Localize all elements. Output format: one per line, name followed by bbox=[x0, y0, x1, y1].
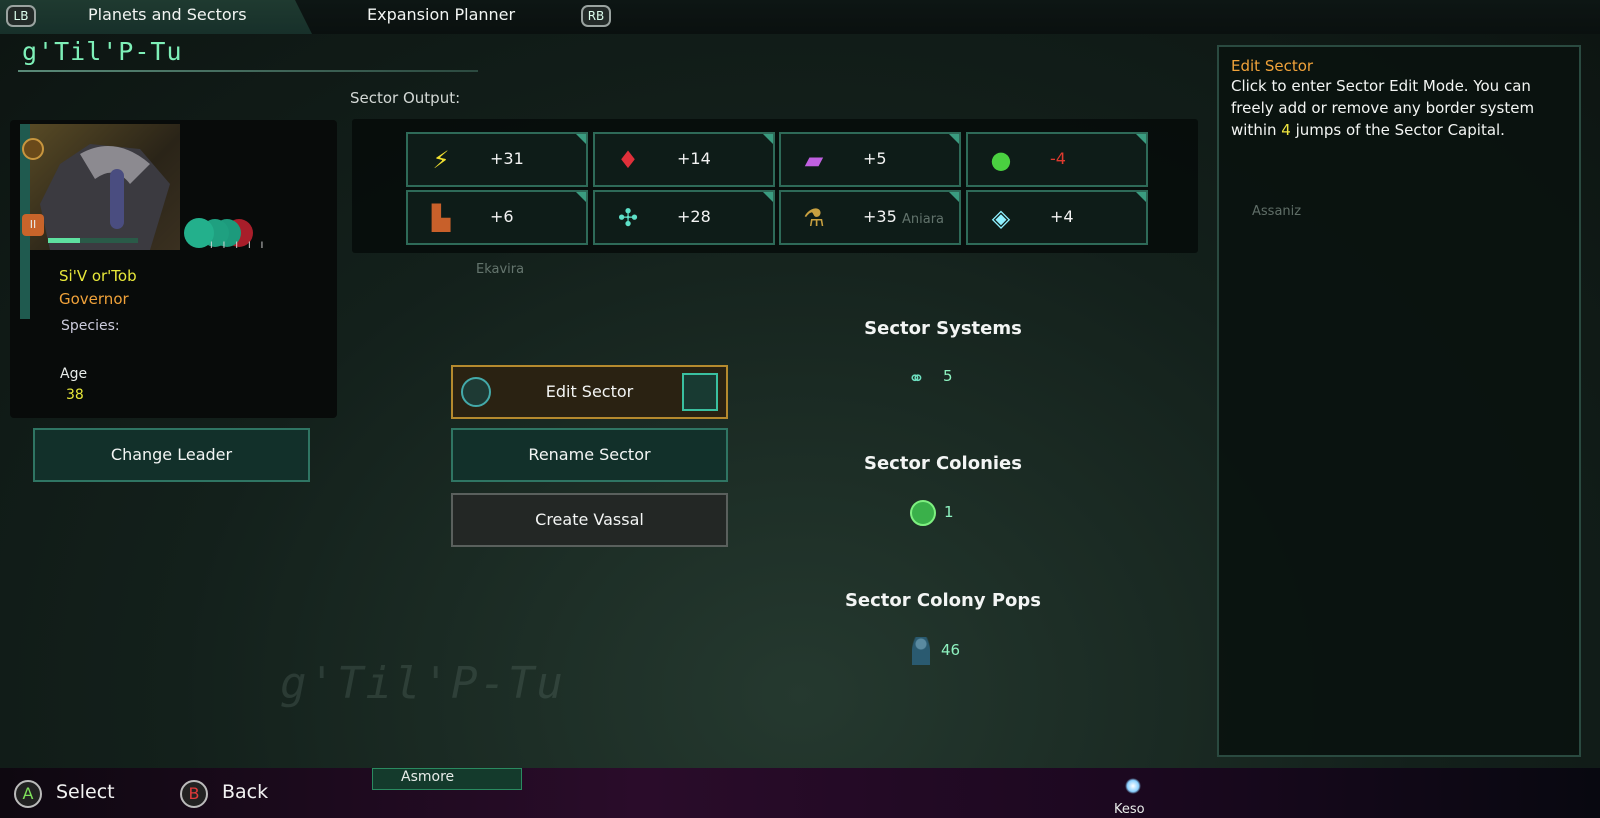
output-cell-food[interactable]: ● -4 bbox=[966, 132, 1148, 187]
amenities-icon: ◈ bbox=[991, 204, 1011, 232]
alien-portrait-icon bbox=[40, 144, 170, 250]
age-label: Age bbox=[60, 366, 88, 382]
age-value: 38 bbox=[66, 387, 84, 403]
species-label: Species: bbox=[61, 318, 120, 334]
map-label: Aniara bbox=[902, 212, 945, 227]
output-value: -4 bbox=[1050, 149, 1066, 168]
sector-title[interactable]: g'Til'P-Tu bbox=[22, 37, 183, 66]
map-label: Asmore bbox=[401, 769, 455, 785]
leader-portrait[interactable] bbox=[20, 124, 180, 250]
create-vassal-button[interactable]: Create Vassal bbox=[451, 493, 728, 547]
lb-button[interactable]: LB bbox=[6, 5, 36, 27]
tooltip-panel: Edit Sector Click to enter Sector Edit M… bbox=[1217, 45, 1581, 757]
energy-icon: ⚡ bbox=[432, 146, 450, 174]
sector-colonies-label: Sector Colonies bbox=[864, 453, 1022, 474]
map-label: Ekavira bbox=[476, 262, 525, 277]
leader-name: Si'V or'Tob bbox=[59, 267, 137, 285]
trait-levels: IIIII bbox=[210, 241, 274, 251]
output-value: +28 bbox=[677, 207, 711, 226]
leader-class-icon bbox=[22, 138, 44, 160]
leader-role: Governor bbox=[59, 290, 129, 308]
colony-planet-icon bbox=[910, 500, 936, 526]
sector-systems-value: 5 bbox=[943, 367, 953, 385]
output-cell-alloys[interactable]: ▰ +5 bbox=[779, 132, 961, 187]
sector-pops-value: 46 bbox=[941, 641, 961, 659]
output-value: +5 bbox=[863, 149, 887, 168]
output-cell-unity[interactable]: ✣ +28 bbox=[593, 190, 775, 245]
output-cell-energy[interactable]: ⚡ +31 bbox=[406, 132, 588, 187]
rb-button[interactable]: RB bbox=[581, 5, 611, 27]
sector-pops-label: Sector Colony Pops bbox=[844, 590, 1042, 611]
pop-icon bbox=[912, 637, 930, 665]
alloys-icon: ▰ bbox=[804, 146, 824, 174]
unity-icon: ✣ bbox=[617, 204, 639, 232]
tooltip-body: Click to enter Sector Edit Mode. You can… bbox=[1231, 77, 1535, 139]
sector-name-watermark: g'Til'P-Tu bbox=[280, 658, 565, 709]
sector-systems-label: Sector Systems bbox=[864, 318, 1022, 339]
output-cell-consumer-goods[interactable]: ▙ +6 bbox=[406, 190, 588, 245]
divider bbox=[18, 70, 478, 72]
sector-output-label: Sector Output: bbox=[350, 89, 461, 107]
map-label: Assaniz bbox=[1252, 204, 1302, 219]
tab-expansion-planner[interactable]: Expansion Planner bbox=[367, 5, 515, 24]
output-value: +6 bbox=[490, 207, 514, 226]
rename-sector-button[interactable]: Rename Sector bbox=[451, 428, 728, 482]
tooltip-title: Edit Sector bbox=[1231, 57, 1314, 75]
edit-sector-label: Edit Sector bbox=[545, 382, 634, 401]
output-value: +35 bbox=[863, 207, 897, 226]
change-leader-button[interactable]: Change Leader bbox=[33, 428, 310, 482]
leader-traits[interactable] bbox=[183, 216, 273, 260]
output-cell-amenities[interactable]: ◈ +4 bbox=[966, 190, 1148, 245]
food-icon: ● bbox=[990, 146, 1012, 174]
output-value: +31 bbox=[490, 149, 524, 168]
consumer-goods-icon: ▙ bbox=[431, 204, 451, 232]
research-icon: ⚗ bbox=[803, 204, 825, 232]
output-cell-minerals[interactable]: ♦ +14 bbox=[593, 132, 775, 187]
leader-level-icon: II bbox=[22, 214, 44, 236]
systems-icon: ⚭ bbox=[908, 366, 925, 390]
edit-icon bbox=[682, 373, 718, 411]
minerals-icon: ♦ bbox=[617, 146, 639, 174]
sector-hex-icon bbox=[461, 377, 491, 407]
a-button-icon: A bbox=[14, 780, 42, 808]
tab-planets-and-sectors[interactable]: Planets and Sectors bbox=[88, 5, 247, 24]
output-value: +4 bbox=[1050, 207, 1074, 226]
b-button-icon: B bbox=[180, 780, 208, 808]
map-label: Keso bbox=[1114, 802, 1145, 817]
output-value: +14 bbox=[677, 149, 711, 168]
select-action[interactable]: Select bbox=[56, 781, 115, 803]
sector-colonies-value: 1 bbox=[944, 503, 954, 521]
star-icon bbox=[1125, 778, 1141, 794]
edit-sector-button[interactable]: Edit Sector bbox=[451, 365, 728, 419]
back-action[interactable]: Back bbox=[222, 781, 268, 803]
